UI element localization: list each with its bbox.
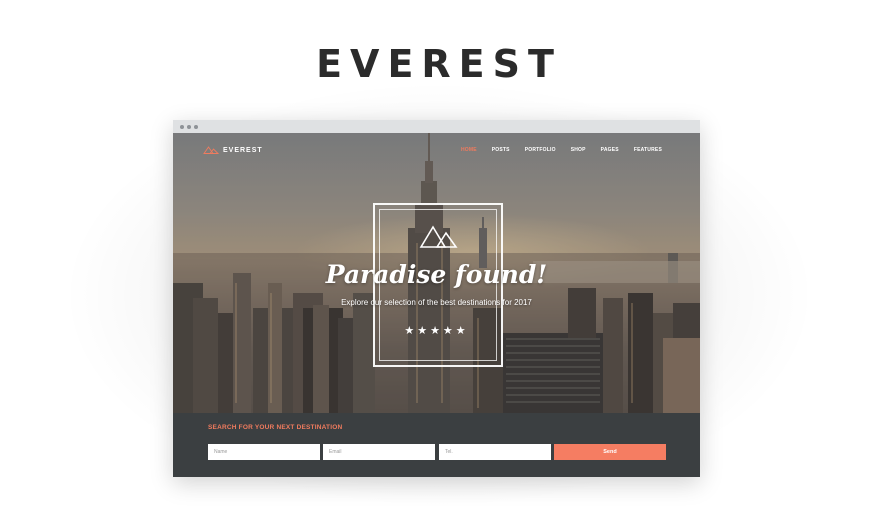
page-title: EVEREST: [316, 42, 562, 86]
mountain-emblem-icon: [419, 225, 458, 248]
site-logo[interactable]: EVEREST: [203, 144, 263, 156]
send-button[interactable]: Send: [554, 444, 666, 460]
email-field[interactable]: Email: [323, 444, 435, 460]
mountain-logo-icon: [203, 146, 219, 154]
nav-item-home[interactable]: HOME: [461, 147, 477, 153]
browser-window: EVEREST HOME POSTS PORTFOLIO SHOP PAGES …: [173, 120, 700, 477]
window-dot-icon: [187, 125, 191, 129]
nav-item-portfolio[interactable]: PORTFOLIO: [525, 147, 556, 153]
star-rating: ★★★★★: [404, 325, 469, 337]
hero-section: EVEREST HOME POSTS PORTFOLIO SHOP PAGES …: [173, 133, 700, 413]
search-panel: SEARCH FOR YOUR NEXT DESTINATION Name Em…: [173, 413, 700, 477]
browser-title-bar: [173, 120, 700, 133]
tel-field[interactable]: Tel.: [439, 444, 551, 460]
main-nav: HOME POSTS PORTFOLIO SHOP PAGES FEATURES: [461, 144, 662, 156]
nav-item-shop[interactable]: SHOP: [571, 147, 586, 153]
nav-item-features[interactable]: FEATURES: [634, 147, 662, 153]
window-dot-icon: [194, 125, 198, 129]
window-dot-icon: [180, 125, 184, 129]
hero-heading: Paradise found!: [325, 260, 548, 289]
hero-subheading: Explore our selection of the best destin…: [341, 298, 532, 307]
nav-item-posts[interactable]: POSTS: [492, 147, 510, 153]
logo-text: EVEREST: [223, 146, 263, 154]
nav-item-pages[interactable]: PAGES: [601, 147, 619, 153]
name-field[interactable]: Name: [208, 444, 320, 460]
search-title: SEARCH FOR YOUR NEXT DESTINATION: [208, 424, 343, 431]
